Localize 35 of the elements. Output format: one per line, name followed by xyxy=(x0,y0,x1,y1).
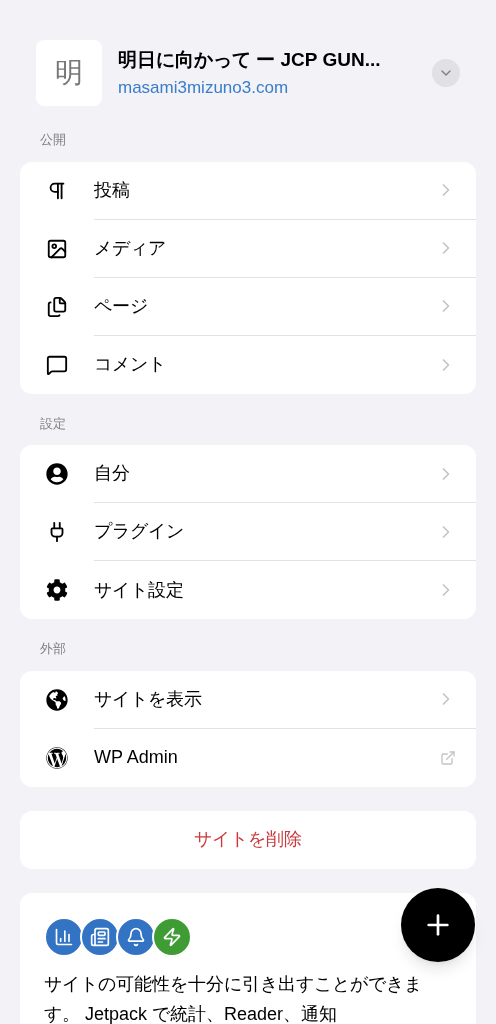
jetpack-description: サイトの可能性を十分に引き出すことができます。 Jetpack で統計、Reader、通知 xyxy=(44,972,423,1024)
menu-label: サイト設定 xyxy=(94,578,185,602)
menu-label: メディア xyxy=(94,236,167,260)
site-switcher-button[interactable] xyxy=(432,59,460,87)
menu-label: サイトを表示 xyxy=(94,687,203,711)
site-title: 明日に向かって ー JCP GUN... xyxy=(118,48,382,72)
settings-icon xyxy=(46,579,68,601)
document-icon xyxy=(46,295,68,318)
image-icon xyxy=(46,237,68,260)
site-avatar: 明 xyxy=(36,40,102,106)
menu-row[interactable]: メディア xyxy=(20,219,476,278)
wordpress-icon xyxy=(46,746,68,769)
menu-label: WP Admin xyxy=(94,746,179,769)
menu-row[interactable]: ページ xyxy=(20,277,476,336)
menu-row[interactable]: 自分 xyxy=(20,445,476,503)
section-label: 外部 xyxy=(39,640,67,658)
menu-row[interactable]: WP Admin xyxy=(20,728,476,787)
menu-label: コメント xyxy=(94,353,167,376)
menu-label: 投稿 xyxy=(94,178,131,202)
menu-label: 自分 xyxy=(94,462,131,485)
menu-row[interactable]: プラグイン xyxy=(20,503,476,561)
menu-row[interactable]: サイトを表示 xyxy=(20,670,476,729)
speech-bubble-icon xyxy=(46,353,68,376)
menu-label: ページ xyxy=(94,294,149,318)
menu-row[interactable]: サイト設定 xyxy=(20,561,476,619)
globe-icon xyxy=(46,688,68,711)
delete-site-button[interactable]: サイトを削除 xyxy=(20,810,476,869)
section-label: 公開 xyxy=(39,131,67,149)
menu-row[interactable]: コメント xyxy=(20,335,476,394)
section-label: 設定 xyxy=(39,414,67,433)
menu-label: プラグイン xyxy=(94,520,185,543)
site-url[interactable]: masami3mizuno3.com xyxy=(118,74,416,100)
menu-row[interactable]: 投稿 xyxy=(20,161,476,220)
external-link-icon xyxy=(440,749,456,766)
user-icon xyxy=(46,463,68,485)
